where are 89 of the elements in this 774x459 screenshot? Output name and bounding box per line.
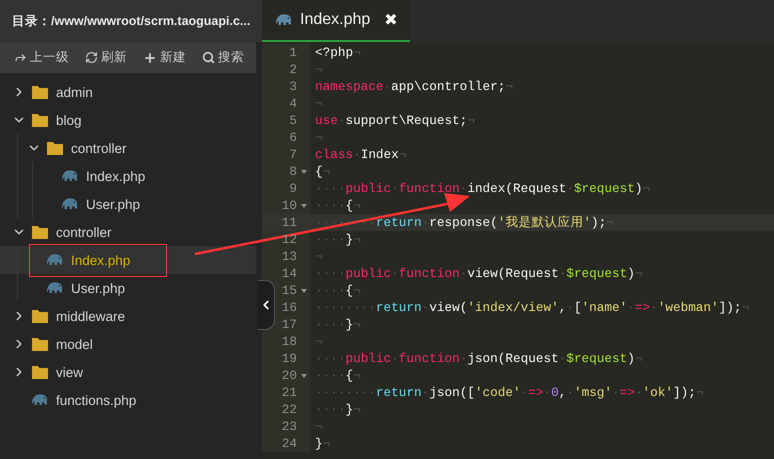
file-name[interactable]: Index.php [71,252,130,268]
folder-icon [32,365,48,379]
close-tab-button[interactable]: ✖ [384,10,398,30]
code-line: {¬ [314,164,330,179]
folder-name[interactable]: admin [56,84,93,100]
line-number: 11 [282,215,297,230]
folder-icon [32,113,48,127]
folder-name[interactable]: controller [71,140,127,156]
editor-tab[interactable]: Index.php ✖ [262,0,410,42]
line-number: 7 [289,147,297,162]
code-line: ····{¬ [314,198,361,213]
line-number: 19 [282,351,297,366]
folder-name[interactable]: blog [56,112,82,128]
folder-name[interactable]: view [56,364,84,380]
file-name[interactable]: User.php [71,280,126,296]
code-line: ¬ [314,249,323,264]
toolbar-button[interactable]: 新建 [143,49,186,66]
fold-caret-icon[interactable] [301,204,307,208]
folder-icon [32,85,48,99]
code-line: ····}¬ [314,317,361,332]
code-line: ····{¬ [314,283,361,298]
line-number: 16 [282,300,297,315]
line-number: 14 [282,266,297,281]
line-number: 13 [282,249,297,264]
line-number: 1 [289,45,297,60]
elephant-icon [276,14,292,26]
code-line: ····{¬ [314,368,361,383]
line-number: 24 [282,436,297,451]
folder-name[interactable]: middleware [56,308,126,324]
folder-icon [47,141,63,155]
fold-caret-icon[interactable] [301,289,307,293]
line-number: 3 [289,79,297,94]
file-name[interactable]: Index.php [86,168,146,184]
line-number: 5 [289,113,297,128]
code-line: ····}¬ [314,232,361,247]
elephant-icon [47,254,63,266]
code-line: ····public·function·index(Request·$request)¬ [314,181,650,196]
folder-name[interactable]: model [56,336,93,352]
line-number: 4 [289,96,297,111]
elephant-icon [62,170,78,182]
line-number: 23 [282,419,297,434]
line-number: 17 [282,317,297,332]
refresh-icon [85,51,98,64]
toolbar-button[interactable]: 上一级 [14,49,69,66]
line-number: 15 [282,283,297,298]
code-line: namespace·app\controller;¬ [314,79,513,94]
share-arrow-icon [14,51,27,64]
code-line: ¬ [314,334,323,349]
code-line: ¬ [314,62,323,77]
line-number: 12 [282,232,297,247]
elephant-icon [32,394,48,406]
line-number: 8 [289,164,297,179]
code-line: <?php¬ [314,45,361,60]
search-icon [202,51,215,64]
tab-label: Index.php [300,11,370,29]
code-line: ¬ [314,419,323,434]
line-number: 10 [282,198,297,213]
code-line: use·support\Request;¬ [314,113,475,128]
folder-icon [32,225,48,239]
code-line: ¬ [314,96,323,111]
elephant-icon [47,282,63,294]
line-number: 18 [282,334,297,349]
code-line: ········return·json(['code'·=>·0,·'msg'·=>·'ok']);¬ [314,385,704,400]
code-line: ····public·function·json(Request·$request)¬ [314,351,642,366]
folder-icon [32,337,48,351]
elephant-icon [62,198,78,210]
code-line: ¬ [314,130,323,145]
toolbar-button[interactable]: 搜索 [202,49,244,66]
fold-caret-icon[interactable] [301,374,307,378]
folder-icon [32,309,48,323]
file-name[interactable]: User.php [86,196,140,212]
line-number: 20 [282,368,297,383]
file-name[interactable]: functions.php [56,392,136,408]
line-number: 22 [282,402,297,417]
code-line: ····public·function·view(Request·$request)¬ [314,266,642,281]
collapse-sidebar-button[interactable] [258,280,275,330]
fold-caret-icon[interactable] [301,170,307,174]
plus-icon [143,50,157,64]
line-number: 6 [289,130,297,145]
directory-path: 目录：/www/wwwroot/scrm.taoguapi.c... [12,12,250,30]
toolbar-button[interactable]: 刷新 [85,49,127,66]
line-number: 2 [289,62,297,77]
line-number: 21 [282,385,297,400]
folder-name[interactable]: controller [56,224,112,240]
code-line: class·Index¬ [314,147,406,162]
code-line: ········return·view('index/view',·['name'·=>·'webman']);¬ [314,300,750,315]
line-number: 9 [289,181,297,196]
code-line: }¬ [314,436,330,451]
code-line: ····}¬ [314,402,361,417]
